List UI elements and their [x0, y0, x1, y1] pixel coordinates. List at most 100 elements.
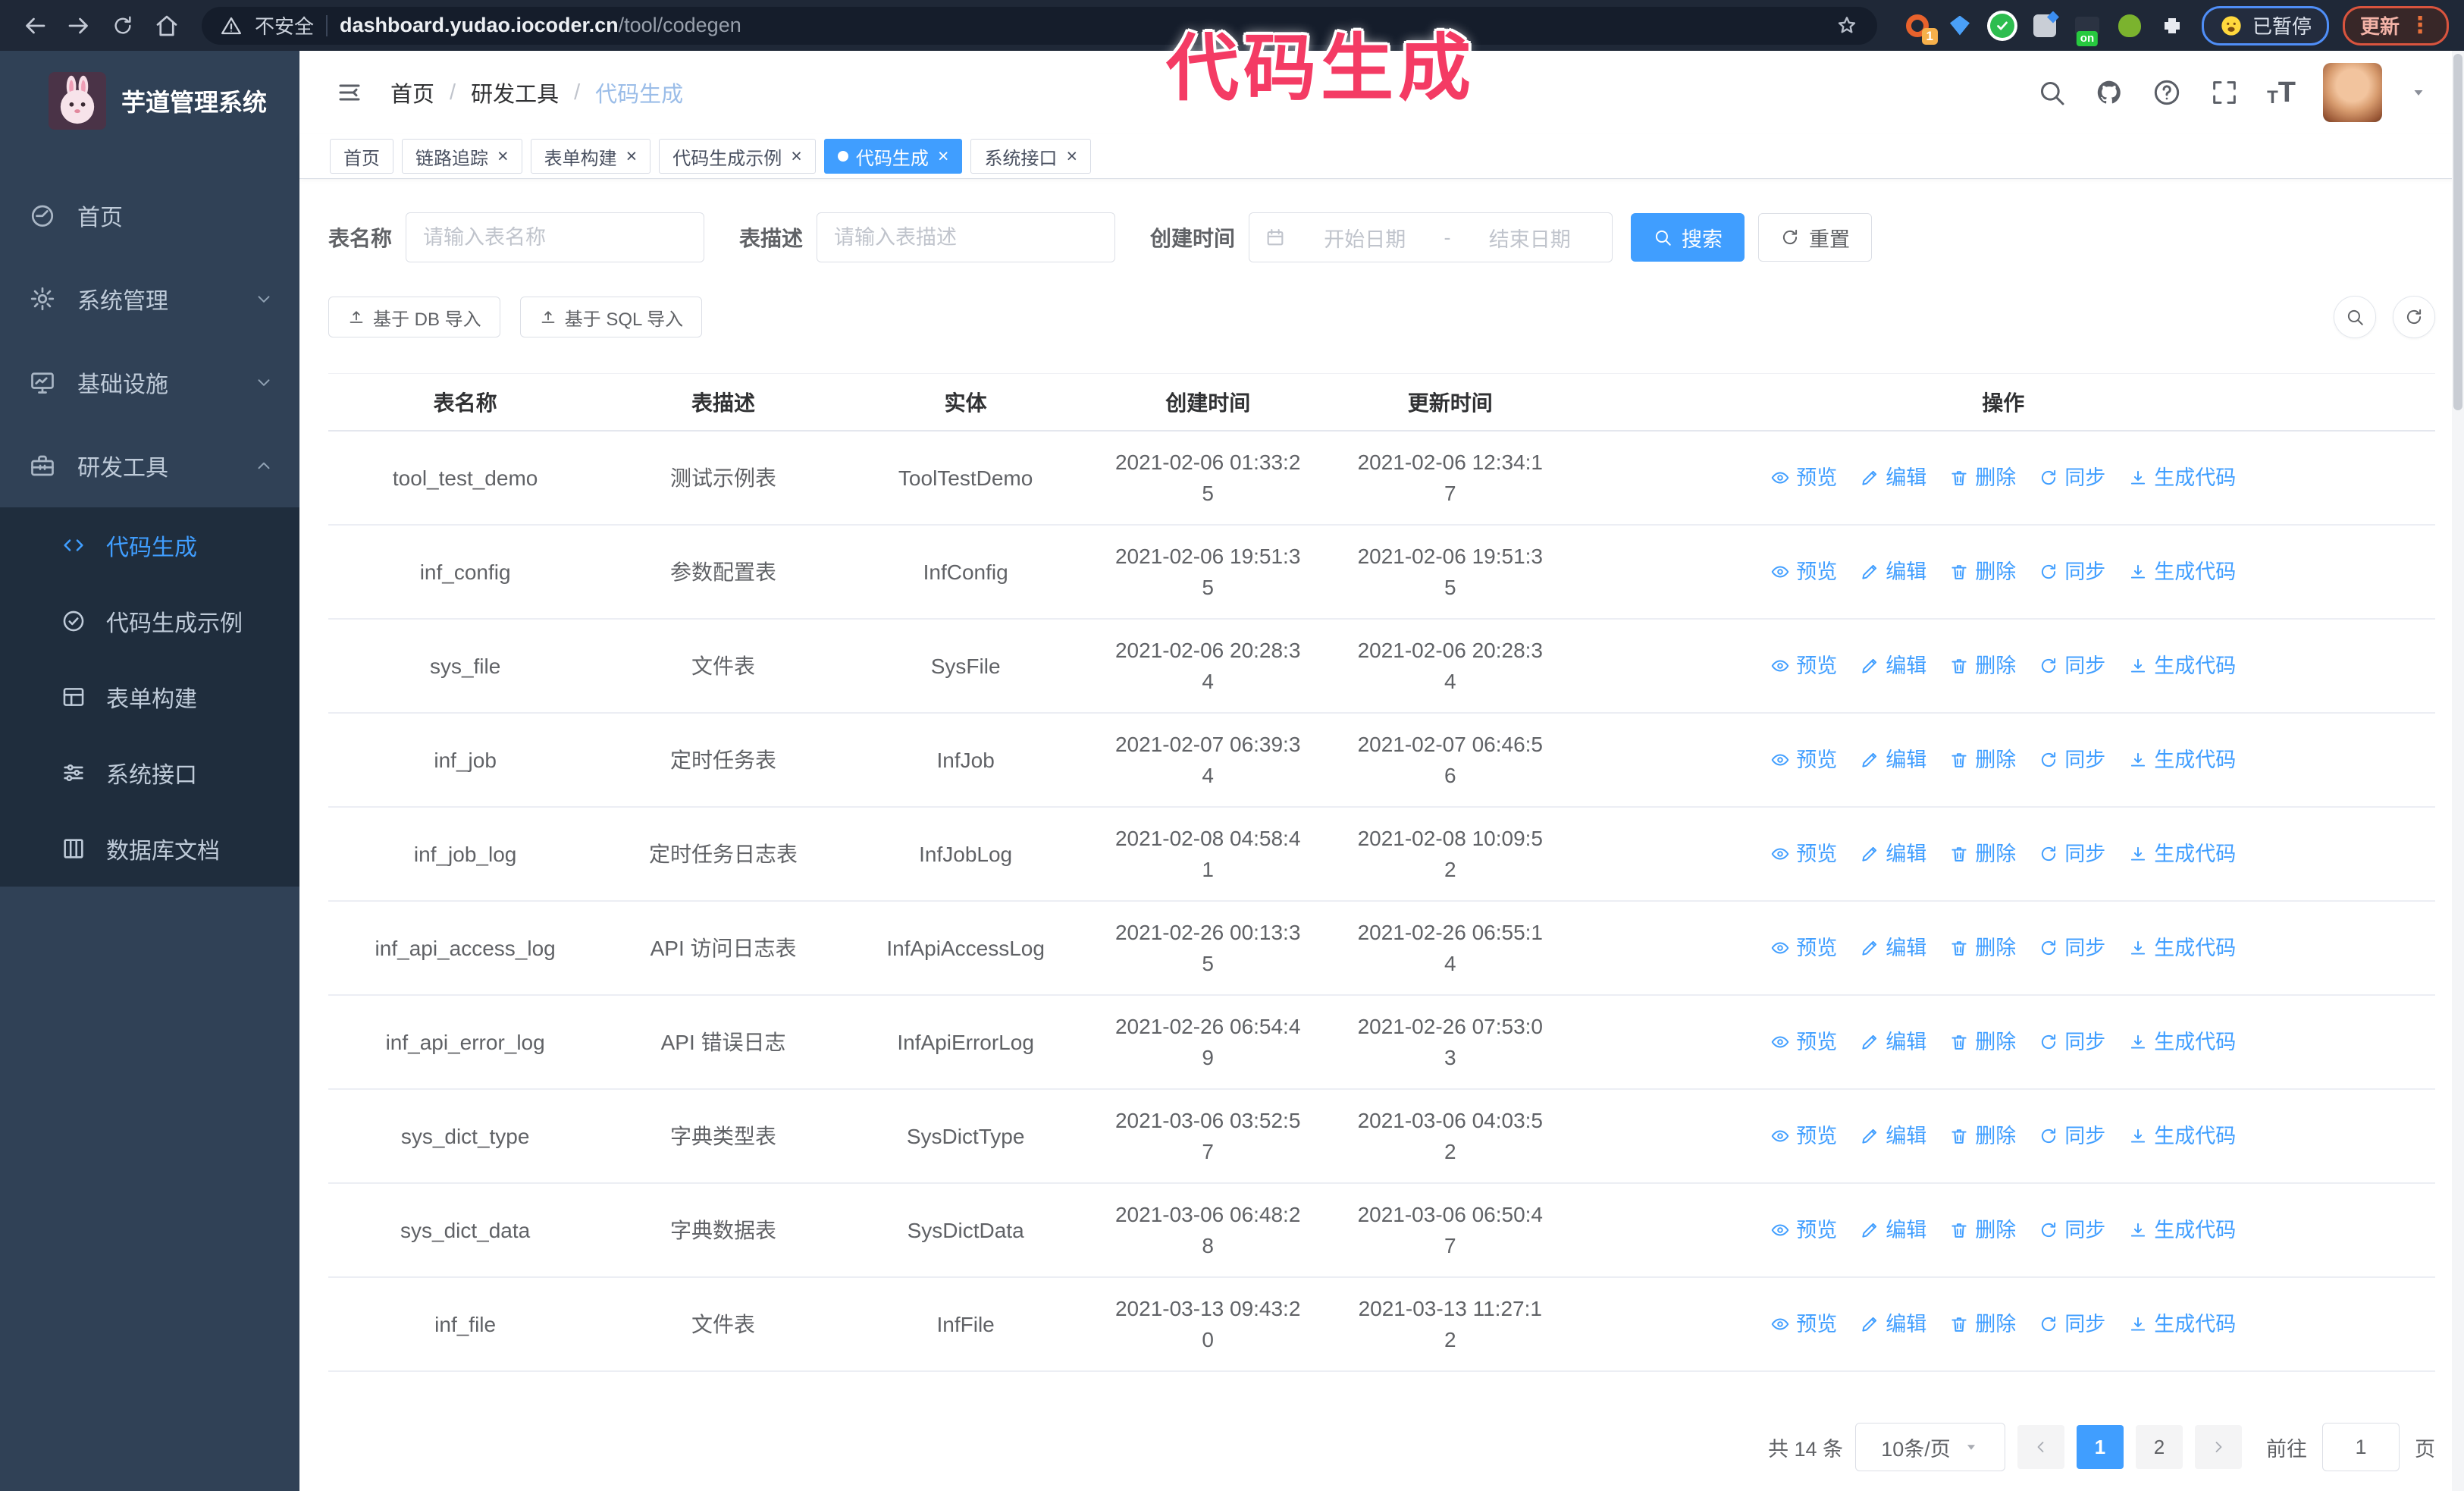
sync-action[interactable]: 同步 [2039, 1215, 2105, 1246]
sync-action[interactable]: 同步 [2039, 745, 2105, 776]
edit-action[interactable]: 编辑 [1860, 1027, 1926, 1058]
sync-action[interactable]: 同步 [2039, 463, 2105, 494]
preview-action[interactable]: 预览 [1770, 1027, 1837, 1058]
tab-home[interactable]: 首页 [330, 139, 393, 174]
extension-dark-icon[interactable]: on [2073, 11, 2102, 46]
preview-action[interactable]: 预览 [1770, 651, 1837, 682]
delete-action[interactable]: 删除 [1949, 463, 2016, 494]
generate-code-action[interactable]: 生成代码 [2128, 839, 2236, 870]
sync-action[interactable]: 同步 [2039, 1027, 2105, 1058]
extension-green-check-icon[interactable] [1988, 11, 2017, 40]
generate-code-action[interactable]: 生成代码 [2128, 651, 2236, 682]
breadcrumb-home[interactable]: 首页 [390, 77, 434, 108]
tab-close-icon[interactable]: × [497, 146, 509, 166]
header-search-icon[interactable] [2036, 77, 2067, 108]
avatar[interactable] [2323, 63, 2382, 122]
url-text[interactable]: dashboard.yudao.iocoder.cn/tool/codegen [340, 14, 741, 37]
import-db-button[interactable]: 基于 DB 导入 [328, 297, 500, 337]
delete-action[interactable]: 删除 [1949, 745, 2016, 776]
edit-action[interactable]: 编辑 [1860, 651, 1926, 682]
tab-system-api[interactable]: 系统接口 × [970, 139, 1092, 174]
create-time-range-input[interactable]: 开始日期 - 结束日期 [1249, 212, 1613, 262]
extension-orange-ring-icon[interactable]: 1 [1903, 11, 1938, 45]
bookmark-star-icon[interactable] [1835, 14, 1859, 38]
delete-action[interactable]: 删除 [1949, 1309, 2016, 1340]
fullscreen-icon[interactable] [2209, 77, 2240, 108]
tab-close-icon[interactable]: × [626, 146, 638, 166]
prev-page-button[interactable] [2017, 1425, 2064, 1469]
edit-action[interactable]: 编辑 [1860, 839, 1926, 870]
generate-code-action[interactable]: 生成代码 [2128, 1027, 2236, 1058]
goto-page-input[interactable] [2322, 1423, 2400, 1471]
sync-action[interactable]: 同步 [2039, 651, 2105, 682]
next-page-button[interactable] [2195, 1425, 2242, 1469]
browser-home-button[interactable] [147, 6, 187, 46]
scrollbar-thumb[interactable] [2453, 54, 2462, 410]
delete-action[interactable]: 删除 [1949, 933, 2016, 964]
preview-action[interactable]: 预览 [1770, 745, 1837, 776]
table-desc-input[interactable] [817, 212, 1116, 262]
edit-action[interactable]: 编辑 [1860, 557, 1926, 588]
reset-button[interactable]: 重置 [1758, 213, 1873, 262]
sync-action[interactable]: 同步 [2039, 1309, 2105, 1340]
preview-action[interactable]: 预览 [1770, 463, 1837, 494]
tab-form-build[interactable]: 表单构建 × [530, 139, 651, 174]
update-button[interactable]: 更新 ⋮ [2342, 5, 2449, 46]
kebab-menu-icon[interactable]: ⋮ [2409, 14, 2431, 37]
preview-action[interactable]: 预览 [1770, 1121, 1837, 1152]
delete-action[interactable]: 删除 [1949, 1121, 2016, 1152]
sidebar-item-devtools[interactable]: 研发工具 [0, 424, 299, 507]
toggle-search-button[interactable] [2334, 296, 2376, 338]
avatar-caret-down-icon[interactable] [2409, 83, 2428, 102]
generate-code-action[interactable]: 生成代码 [2128, 463, 2236, 494]
edit-action[interactable]: 编辑 [1860, 1309, 1926, 1340]
sidebar-subitem-form-build[interactable]: 表单构建 [0, 659, 299, 735]
generate-code-action[interactable]: 生成代码 [2128, 1309, 2236, 1340]
security-label[interactable]: 不安全 [255, 11, 314, 39]
tab-close-icon[interactable]: × [791, 146, 802, 166]
search-button[interactable]: 搜索 [1631, 213, 1745, 262]
sync-action[interactable]: 同步 [2039, 557, 2105, 588]
sync-action[interactable]: 同步 [2039, 1121, 2105, 1152]
preview-action[interactable]: 预览 [1770, 557, 1837, 588]
preview-action[interactable]: 预览 [1770, 1215, 1837, 1246]
preview-action[interactable]: 预览 [1770, 839, 1837, 870]
extension-green-animal-icon[interactable] [2115, 11, 2144, 40]
sidebar-subitem-db-doc[interactable]: 数据库文档 [0, 811, 299, 887]
import-sql-button[interactable]: 基于 SQL 导入 [519, 297, 703, 337]
logo-row[interactable]: 芋道管理系统 [0, 51, 299, 148]
github-icon[interactable] [2094, 77, 2124, 108]
sidebar-item-infra[interactable]: 基础设施 [0, 341, 299, 424]
preview-action[interactable]: 预览 [1770, 933, 1837, 964]
generate-code-action[interactable]: 生成代码 [2128, 933, 2236, 964]
delete-action[interactable]: 删除 [1949, 557, 2016, 588]
tab-tracing[interactable]: 链路追踪 × [402, 139, 522, 174]
generate-code-action[interactable]: 生成代码 [2128, 557, 2236, 588]
generate-code-action[interactable]: 生成代码 [2128, 1121, 2236, 1152]
page-button-1[interactable]: 1 [2077, 1425, 2124, 1469]
tab-close-icon[interactable]: × [1066, 146, 1077, 166]
refresh-table-button[interactable] [2393, 296, 2435, 338]
browser-forward-button[interactable] [59, 6, 99, 46]
browser-back-button[interactable] [15, 6, 55, 46]
page-button-2[interactable]: 2 [2136, 1425, 2183, 1469]
edit-action[interactable]: 编辑 [1860, 1215, 1926, 1246]
preview-action[interactable]: 预览 [1770, 1309, 1837, 1340]
tab-codegen-example[interactable]: 代码生成示例 × [659, 139, 816, 174]
edit-action[interactable]: 编辑 [1860, 933, 1926, 964]
delete-action[interactable]: 删除 [1949, 1215, 2016, 1246]
browser-reload-button[interactable] [103, 6, 143, 46]
tab-codegen[interactable]: 代码生成 × [823, 139, 963, 174]
generate-code-action[interactable]: 生成代码 [2128, 745, 2236, 776]
generate-code-action[interactable]: 生成代码 [2128, 1215, 2236, 1246]
sync-action[interactable]: 同步 [2039, 933, 2105, 964]
font-size-icon[interactable]: TT [2267, 78, 2296, 107]
extension-grid-icon[interactable] [2030, 11, 2059, 40]
sidebar-subitem-codegen[interactable]: 代码生成 [0, 507, 299, 583]
sidebar-item-home[interactable]: 首页 [0, 174, 299, 257]
edit-action[interactable]: 编辑 [1860, 1121, 1926, 1152]
extension-blue-gem-icon[interactable] [1945, 11, 1974, 40]
sync-action[interactable]: 同步 [2039, 839, 2105, 870]
edit-action[interactable]: 编辑 [1860, 745, 1926, 776]
table-name-input[interactable] [406, 212, 705, 262]
